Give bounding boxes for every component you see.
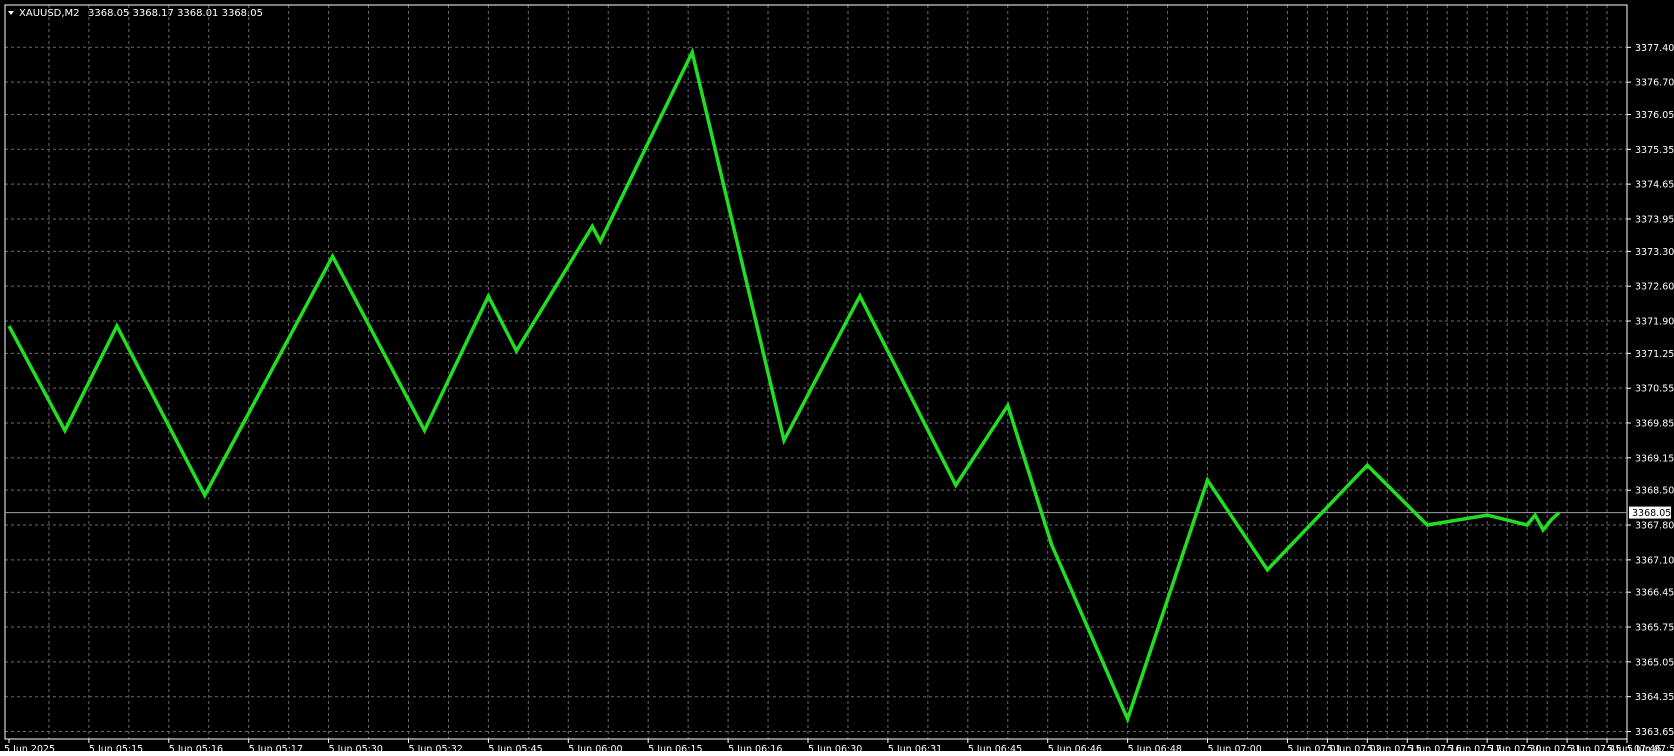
- x-tick-label: 5 Jun 07:56: [1627, 744, 1674, 751]
- y-tick-label: 3377.40: [1635, 43, 1674, 54]
- y-tick-label: 3374.65: [1635, 180, 1674, 191]
- y-tick-label: 3371.90: [1635, 316, 1674, 327]
- current-price-label: 3368.05: [1632, 508, 1671, 519]
- y-tick-label: 3376.05: [1635, 110, 1674, 121]
- chart-header: XAUUSD,M2 3368.05 3368.17 3368.01 3368.0…: [8, 8, 263, 19]
- y-tick-label: 3368.50: [1635, 486, 1674, 497]
- x-tick-label: 5 Jun 06:15: [648, 744, 702, 751]
- y-tick-label: 3373.95: [1635, 214, 1674, 225]
- x-tick-label: 5 Jun 05:32: [409, 744, 463, 751]
- y-tick-label: 3365.75: [1635, 623, 1674, 634]
- y-tick-label: 3369.85: [1635, 419, 1674, 430]
- y-tick-label: 3372.60: [1635, 282, 1674, 293]
- x-tick-label: 5 Jun 06:16: [728, 744, 782, 751]
- chart-background: [0, 0, 1674, 751]
- x-tick-label: 5 Jun 05:16: [169, 744, 223, 751]
- x-tick-label: 5 Jun 06:31: [888, 744, 942, 751]
- y-tick-label: 3371.25: [1635, 349, 1674, 360]
- x-tick-label: 5 Jun 05:30: [329, 744, 383, 751]
- x-tick-label: 5 Jun 2025: [4, 744, 55, 751]
- y-tick-label: 3363.65: [1635, 727, 1674, 738]
- y-tick-label: 3365.05: [1635, 657, 1674, 668]
- y-tick-label: 3367.80: [1635, 521, 1674, 532]
- y-tick-label: 3375.35: [1635, 145, 1674, 156]
- x-tick-label: 5 Jun 06:48: [1128, 744, 1182, 751]
- price-chart[interactable]: 3368.05 3377.40 3376.70 3376.05 3375.35 3374…: [0, 0, 1674, 755]
- symbol-label: XAUUSD,M2: [19, 8, 80, 19]
- y-tick-label: 3370.55: [1635, 384, 1674, 395]
- y-tick-label: 3364.35: [1635, 692, 1674, 703]
- y-tick-label: 3366.45: [1635, 588, 1674, 599]
- x-tick-label: 5 Jun 05:15: [89, 744, 143, 751]
- y-tick-label: 3369.15: [1635, 453, 1674, 464]
- y-tick-label: 3373.30: [1635, 247, 1674, 258]
- chart-window[interactable]: 3368.05 3377.40 3376.70 3376.05 3375.35 3374…: [0, 0, 1674, 755]
- ohlc-values: 3368.05 3368.17 3368.01 3368.05: [88, 8, 263, 19]
- x-tick-label: 5 Jun 05:45: [488, 744, 542, 751]
- x-tick-label: 5 Jun 06:30: [808, 744, 862, 751]
- x-tick-label: 5 Jun 06:00: [568, 744, 622, 751]
- x-tick-label: 5 Jun 07:00: [1208, 744, 1262, 751]
- y-tick-label: 3367.10: [1635, 555, 1674, 566]
- x-tick-label: 5 Jun 06:46: [1048, 744, 1102, 751]
- x-tick-label: 5 Jun 05:17: [249, 744, 303, 751]
- x-tick-label: 5 Jun 06:45: [968, 744, 1022, 751]
- y-tick-label: 3376.70: [1635, 78, 1674, 89]
